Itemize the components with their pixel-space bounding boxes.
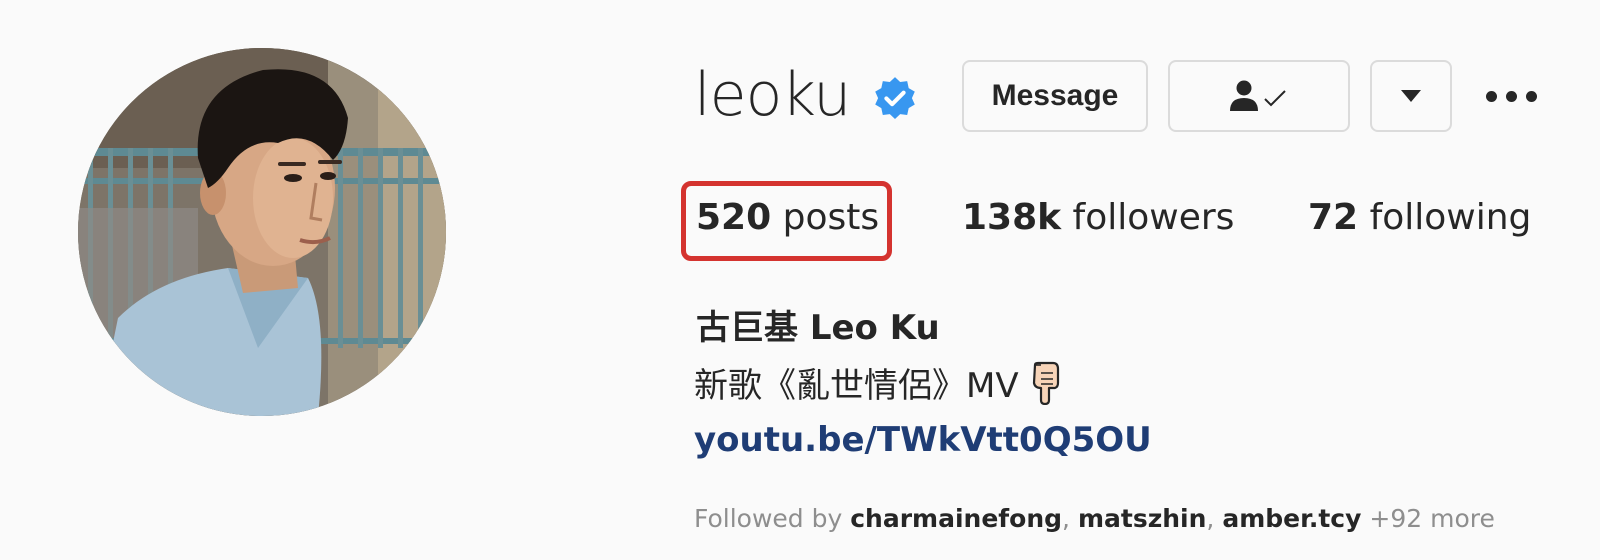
posts-label: posts (782, 197, 880, 238)
full-name: 古巨基 Leo Ku (696, 308, 940, 348)
bio-text-line: 新歌《亂世情侶》MV (694, 358, 1063, 407)
dot (1526, 90, 1537, 102)
posts-count: 520 (696, 197, 772, 238)
dot (1506, 90, 1517, 102)
followed-by-user[interactable]: charmainefong (850, 504, 1062, 533)
followed-by-line[interactable]: Followed by charmainefong, matszhin, amb… (694, 504, 1495, 533)
backhand-index-pointing-down-icon (1032, 361, 1059, 405)
profile-header: leoku (694, 56, 918, 142)
following-count: 72 (1308, 197, 1359, 238)
followers-label: followers (1072, 197, 1235, 238)
following-label: following (1369, 197, 1532, 238)
message-button[interactable]: Message (962, 60, 1148, 132)
followed-by-user[interactable]: matszhin (1078, 504, 1206, 533)
posts-stat[interactable]: 520 posts (696, 200, 879, 236)
following-button[interactable] (1168, 60, 1350, 132)
suggested-dropdown-button[interactable] (1370, 60, 1452, 132)
following-stat[interactable]: 72 following (1308, 200, 1531, 236)
bio-link[interactable]: youtu.be/TWkVtt0Q5OU (694, 420, 1152, 460)
person-check-icon (1230, 80, 1286, 111)
separator: , (1206, 504, 1223, 533)
more-options-icon[interactable] (1486, 84, 1546, 108)
followed-by-prefix: Followed by (694, 504, 843, 533)
separator: , (1062, 504, 1078, 533)
message-button-label: Message (991, 79, 1119, 112)
followers-stat[interactable]: 138k followers (962, 200, 1234, 236)
dot (1486, 90, 1497, 102)
profile-avatar[interactable] (78, 48, 446, 416)
username: leoku (694, 60, 851, 130)
bio-text: 新歌《亂世情侶》MV (694, 366, 1019, 406)
followers-count: 138k (962, 197, 1062, 238)
profile-page: leoku Message 520 posts 138k followers 7… (0, 0, 1600, 560)
verified-badge-icon (875, 77, 916, 120)
followed-by-more[interactable]: +92 more (1369, 504, 1494, 533)
avatar-photo (78, 48, 446, 416)
followed-by-user[interactable]: amber.tcy (1222, 504, 1361, 533)
caret-down-icon (1401, 90, 1421, 102)
